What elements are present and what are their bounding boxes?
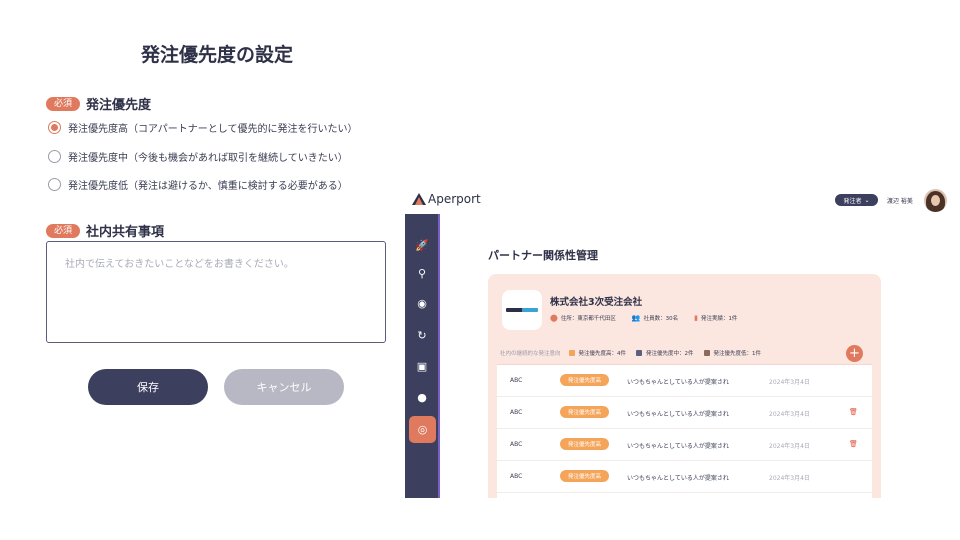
location-pin-icon: ⬤ bbox=[550, 314, 558, 322]
table-row[interactable]: ABC 発注優先度高 いつもちゃんとしている人が提案され 2024年3月4日 🗑 bbox=[497, 397, 872, 429]
company-card: 株式会社3次受注会社 ⬤ 住所：東京都千代田区 👥 社員数：30名 ▮ 発注実績：1件… bbox=[488, 274, 881, 498]
row-message: いつもちゃんとしている人が提案され bbox=[627, 379, 729, 386]
message-icon[interactable]: ● bbox=[413, 388, 431, 406]
row-date: 2024年3月4日 bbox=[769, 411, 810, 418]
top-bar: Aperport 発注者 ⌄ 渡辺 裕美 bbox=[405, 186, 960, 214]
priority-tag: 発注優先度高 bbox=[560, 374, 609, 386]
legend-low: 発注優先度低：1件 bbox=[703, 349, 761, 357]
people-icon: 👥 bbox=[631, 314, 641, 322]
row-name: ABC bbox=[510, 377, 523, 384]
priority-tag: 発注優先度高 bbox=[560, 406, 609, 418]
role-label: 発注者 bbox=[843, 197, 862, 205]
row-name: ABC bbox=[510, 409, 523, 416]
radio-label: 発注優先度中（今後も機会があれば取引を継続していきたい） bbox=[68, 153, 348, 164]
form-title: 発注優先度の設定 bbox=[140, 44, 293, 66]
priority-tag: 発注優先度高 bbox=[560, 470, 609, 482]
required-badge: 必須 bbox=[46, 96, 81, 111]
row-message: いつもちゃんとしている人が提案され bbox=[627, 475, 729, 482]
row-message: いつもちゃんとしている人が提案され bbox=[627, 411, 729, 418]
list-hint: 社内の継続的な発注意向 bbox=[500, 351, 561, 357]
radio-button[interactable] bbox=[48, 178, 61, 191]
chat-search-icon[interactable]: ◉ bbox=[413, 294, 431, 312]
row-date: 2024年3月4日 bbox=[769, 475, 810, 482]
document-icon: ▮ bbox=[694, 314, 698, 322]
card-icon[interactable]: ▣ bbox=[413, 357, 431, 375]
partner-list: 社内の継続的な発注意向 発注優先度高：4件 発注優先度中：2件 発注優先度低：1… bbox=[497, 342, 872, 498]
radio-option-low[interactable]: 発注優先度低（発注は避けるか、慎重に検討する必要がある） bbox=[48, 177, 348, 192]
row-date: 2024年3月4日 bbox=[769, 443, 810, 450]
company-meta: ⬤ 住所：東京都千代田区 👥 社員数：30名 ▮ 発注実績：1件 bbox=[550, 314, 753, 322]
radio-option-medium[interactable]: 発注優先度中（今後も機会があれば取引を継続していきたい） bbox=[48, 149, 348, 164]
company-employees: 社員数：30名 bbox=[643, 316, 679, 322]
table-row[interactable]: ABC 発注優先度高 いつもちゃんとしている人が提案され 2024年3月4日 bbox=[497, 461, 872, 493]
priority-section-title: 発注優先度 bbox=[86, 98, 152, 113]
trash-icon[interactable]: 🗑 bbox=[849, 408, 858, 416]
memo-section-label: 必須 社内共有事項 bbox=[46, 221, 164, 240]
radio-label: 発注優先度高（コアパートナーとして優先的に発注を行いたい） bbox=[68, 124, 358, 135]
user-name: 渡辺 裕美 bbox=[887, 198, 913, 205]
row-date: 2024年3月4日 bbox=[769, 379, 810, 386]
memo-placeholder: 社内で伝えておきたいことなどをお書きください。 bbox=[65, 259, 294, 270]
radio-label: 発注優先度低（発注は避けるか、慎重に検討する必要がある） bbox=[68, 181, 348, 192]
memo-textarea[interactable]: 社内で伝えておきたいことなどをお書きください。 bbox=[46, 241, 386, 343]
table-row[interactable]: ABC 発注優先度高 いつもちゃんとしている人が提案され 2024年3月4日 bbox=[497, 365, 872, 397]
sidebar: 🚀 ⚲ ◉ ↻ ▣ ● ◎ bbox=[405, 214, 440, 498]
list-header: 社内の継続的な発注意向 発注優先度高：4件 発注優先度中：2件 発注優先度低：1… bbox=[497, 342, 872, 365]
role-dropdown[interactable]: 発注者 ⌄ bbox=[835, 194, 878, 206]
page-title: パートナー関係性管理 bbox=[488, 249, 598, 262]
company-logo bbox=[502, 290, 542, 330]
legend-medium: 発注優先度中：2件 bbox=[636, 349, 694, 357]
radio-option-high[interactable]: 発注優先度高（コアパートナーとして優先的に発注を行いたい） bbox=[48, 120, 358, 135]
legend-high: 発注優先度高：4件 bbox=[568, 349, 626, 357]
aperport-logo-icon bbox=[412, 193, 426, 205]
company-address: 住所：東京都千代田区 bbox=[560, 316, 616, 322]
brand-name: Aperport bbox=[428, 192, 481, 206]
row-name: ABC bbox=[510, 441, 523, 448]
trash-icon[interactable]: 🗑 bbox=[849, 440, 858, 448]
priority-section-label: 必須 発注優先度 bbox=[46, 94, 151, 113]
company-name: 株式会社3次受注会社 bbox=[550, 297, 643, 308]
brand-logo[interactable]: Aperport bbox=[412, 192, 481, 206]
add-button[interactable]: + bbox=[846, 345, 863, 362]
radio-button[interactable] bbox=[48, 150, 61, 163]
memo-section-title: 社内共有事項 bbox=[86, 225, 165, 240]
avatar[interactable] bbox=[924, 189, 947, 212]
row-name: ABC bbox=[510, 473, 523, 480]
chevron-down-icon: ⌄ bbox=[864, 196, 870, 204]
app-preview: Aperport 発注者 ⌄ 渡辺 裕美 🚀 ⚲ ◉ ↻ ▣ ● ◎ パートナー… bbox=[405, 186, 960, 498]
company-orders: 発注実績：1件 bbox=[700, 316, 738, 322]
priority-tag: 発注優先度高 bbox=[560, 438, 609, 450]
radio-button[interactable] bbox=[48, 121, 61, 134]
cancel-button[interactable]: キャンセル bbox=[224, 369, 344, 405]
search-icon[interactable]: ⚲ bbox=[413, 264, 431, 282]
save-button[interactable]: 保存 bbox=[88, 369, 208, 405]
table-row[interactable]: ABC 発注優先度高 いつもちゃんとしている人が提案され 2024年3月4日 🗑 bbox=[497, 429, 872, 461]
eye-icon[interactable]: ◎ bbox=[409, 416, 436, 443]
refresh-icon[interactable]: ↻ bbox=[413, 326, 431, 344]
row-message: いつもちゃんとしている人が提案され bbox=[627, 443, 729, 450]
rocket-icon[interactable]: 🚀 bbox=[413, 236, 431, 254]
required-badge: 必須 bbox=[46, 223, 81, 238]
